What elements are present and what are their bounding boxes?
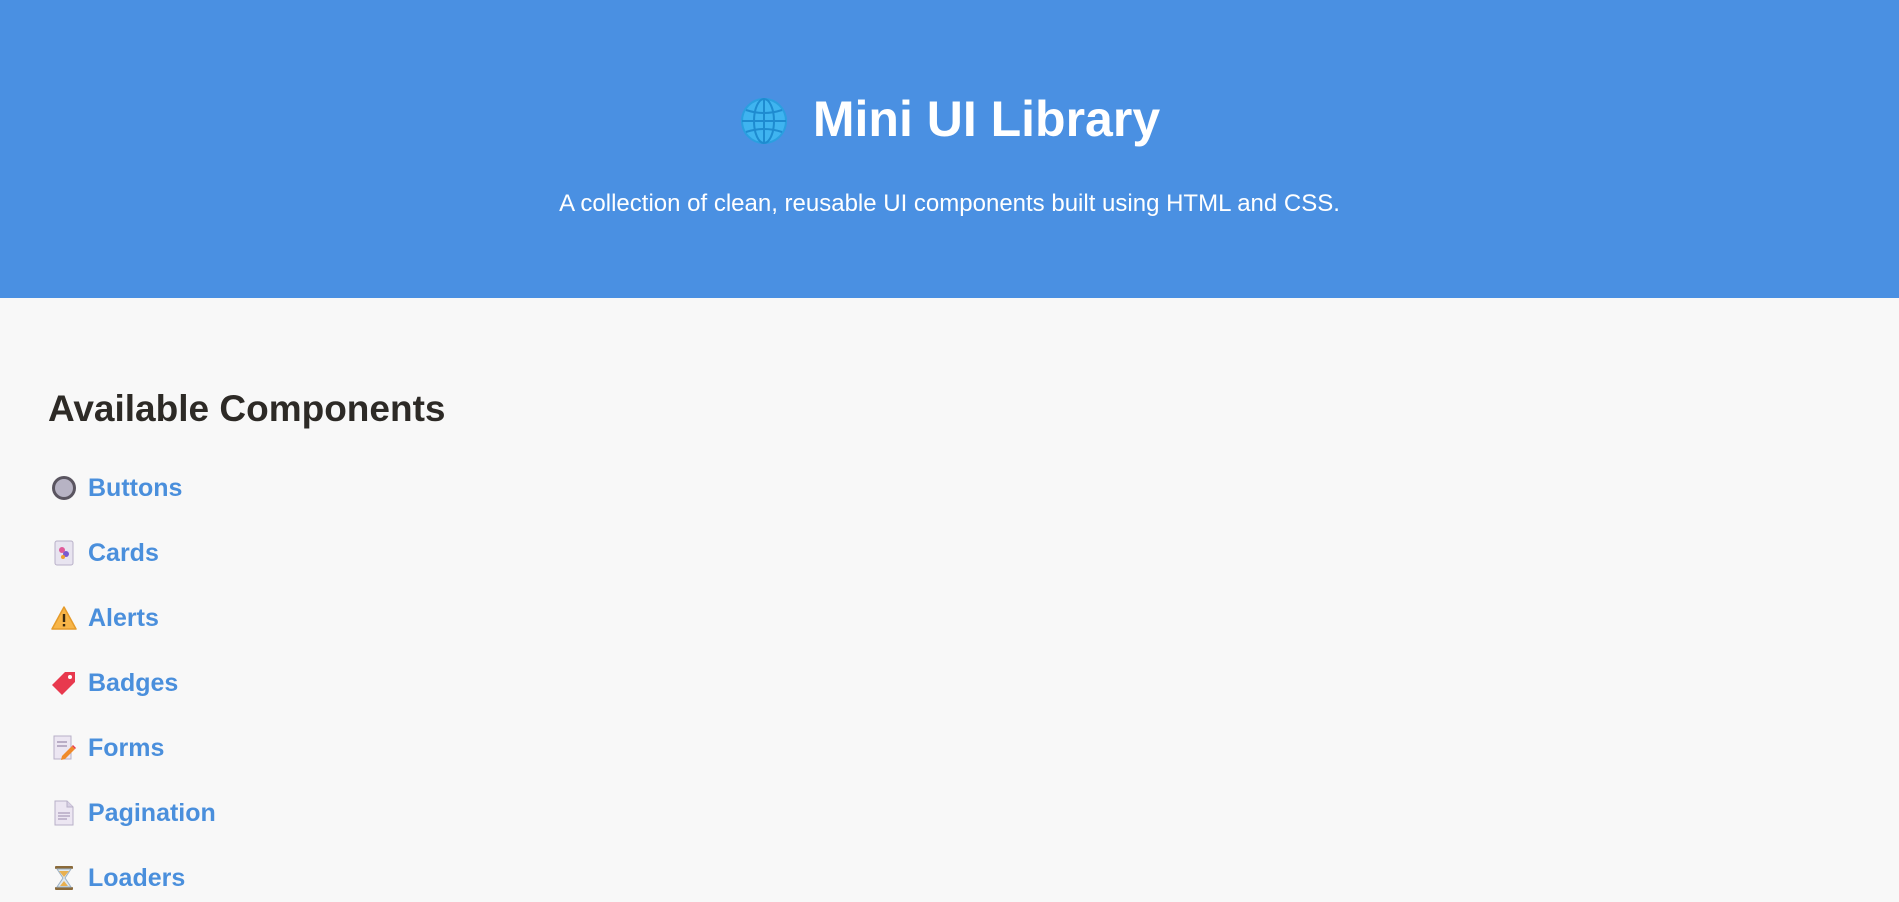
- list-item-buttons: Buttons: [48, 455, 1899, 520]
- globe-icon: [739, 94, 789, 144]
- list-item-loaders: Loaders: [48, 845, 1899, 902]
- component-link-cards[interactable]: Cards: [88, 538, 159, 568]
- page-subtitle: A collection of clean, reusable UI compo…: [559, 190, 1340, 217]
- component-link-alerts[interactable]: Alerts: [88, 603, 159, 633]
- hourglass-icon: [50, 864, 78, 892]
- page-header: Mini UI Library A collection of clean, r…: [0, 0, 1899, 298]
- page-icon: [50, 799, 78, 827]
- component-list: Buttons Cards Alerts Badges Forms Pagina…: [48, 455, 1899, 902]
- main-content: Available Components Buttons Cards Alert…: [0, 298, 1899, 902]
- tag-icon: [50, 669, 78, 697]
- list-item-badges: Badges: [48, 650, 1899, 715]
- list-item-cards: Cards: [48, 520, 1899, 585]
- section-title: Available Components: [48, 388, 446, 429]
- component-link-pagination[interactable]: Pagination: [88, 798, 216, 828]
- list-item-alerts: Alerts: [48, 585, 1899, 650]
- memo-icon: [50, 734, 78, 762]
- component-link-badges[interactable]: Badges: [88, 668, 178, 698]
- component-link-loaders[interactable]: Loaders: [88, 863, 185, 893]
- list-item-pagination: Pagination: [48, 780, 1899, 845]
- page-title: Mini UI Library: [812, 91, 1161, 147]
- warning-icon: [50, 604, 78, 632]
- list-item-forms: Forms: [48, 715, 1899, 780]
- card-icon: [50, 539, 78, 567]
- radio-button-icon: [50, 474, 78, 502]
- component-link-buttons[interactable]: Buttons: [88, 473, 182, 503]
- component-link-forms[interactable]: Forms: [88, 733, 164, 763]
- page-title-row: Mini UI Library: [0, 84, 1899, 154]
